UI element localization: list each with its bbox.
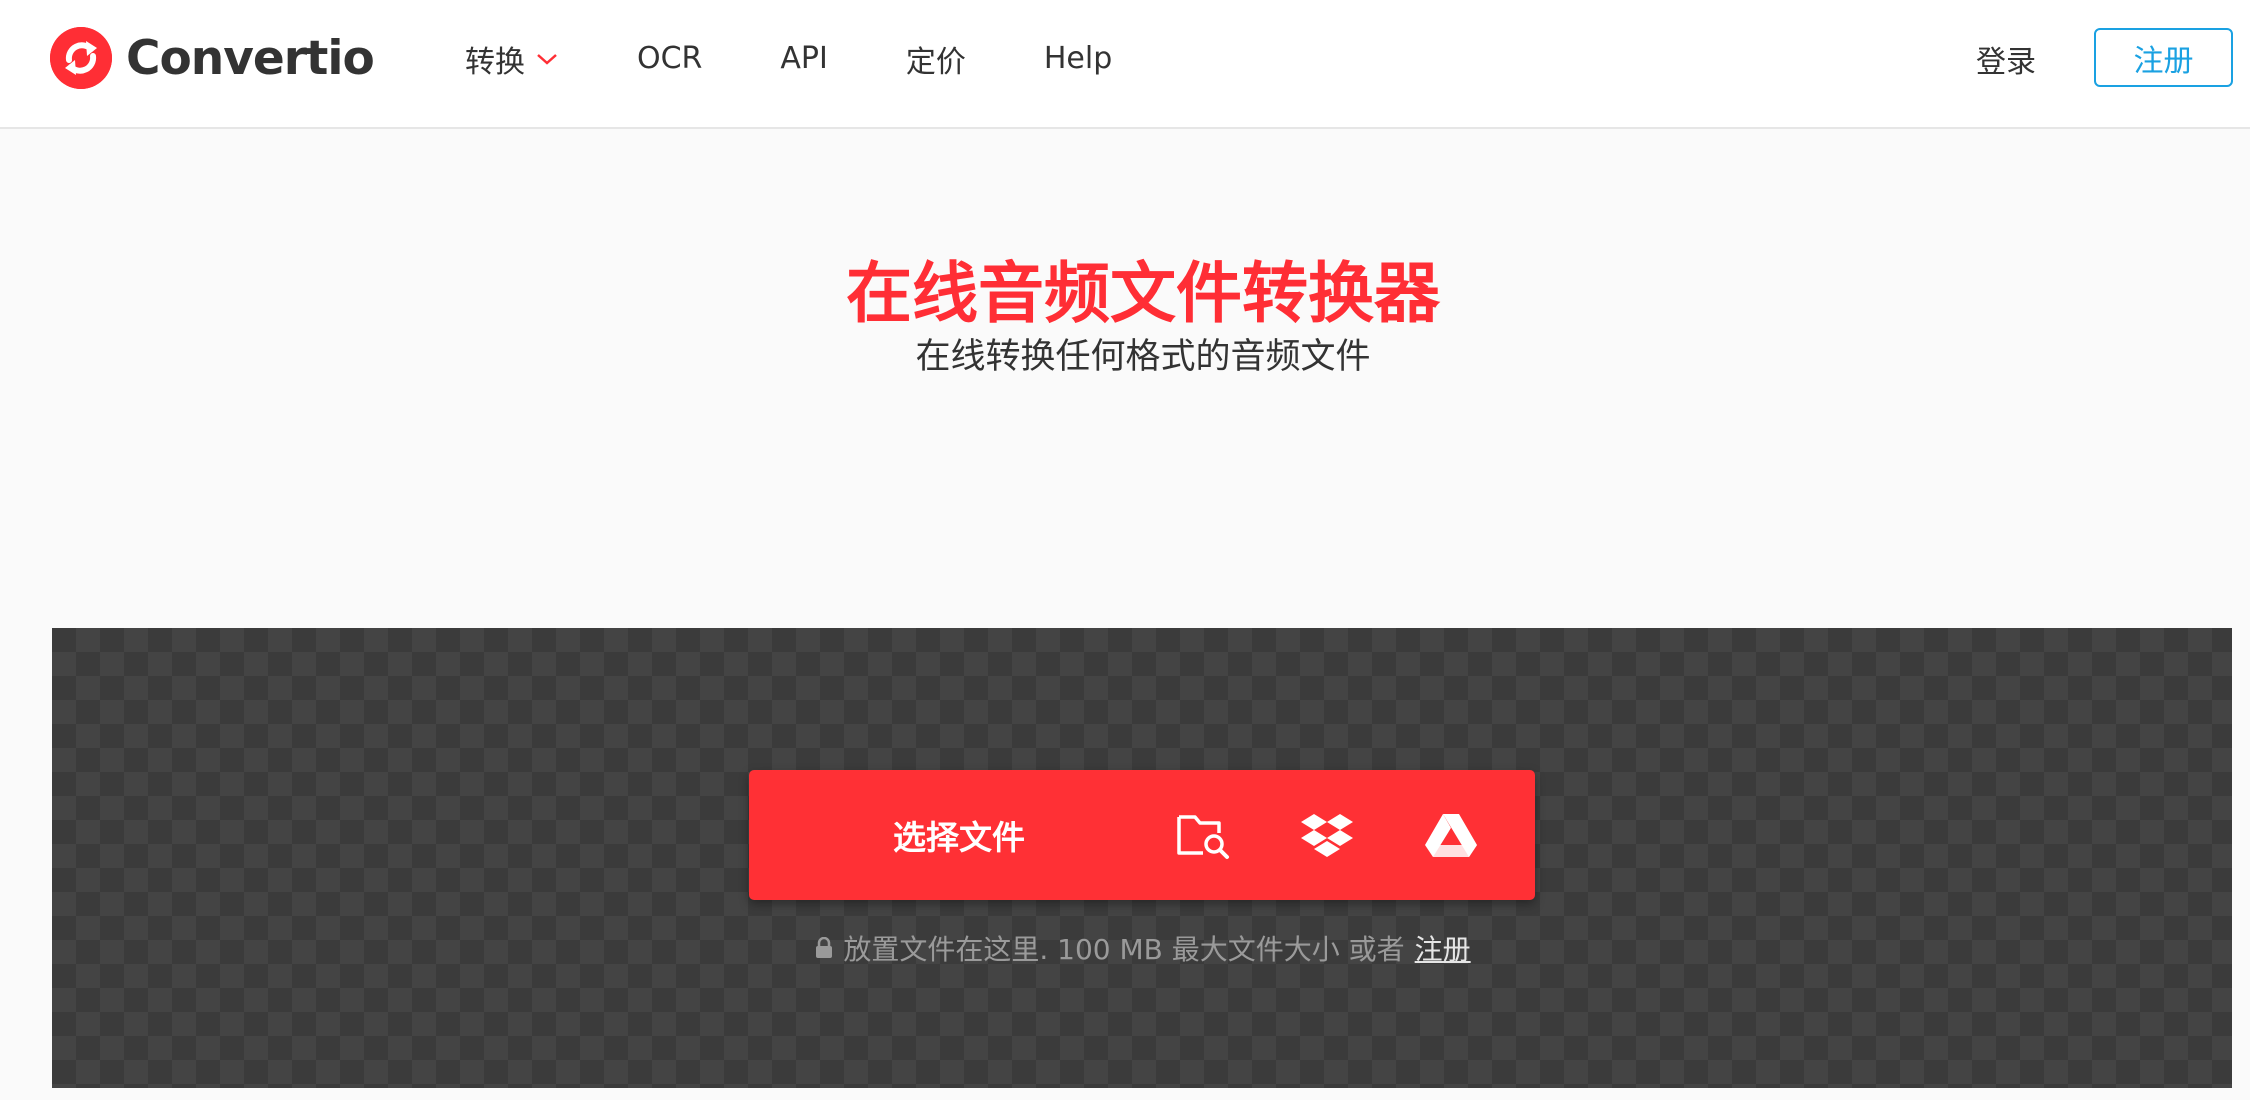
drop-hint: 放置文件在这里. 100 MB 最大文件大小 或者 注册 [0,928,2250,968]
drop-hint-text: 放置文件在这里. 100 MB 最大文件大小 或者 [843,933,1405,966]
convertio-logo-icon [50,27,112,89]
nav-ocr[interactable]: OCR [637,41,702,76]
chevron-down-icon [537,53,557,65]
nav-convert-menu[interactable]: 转换 [465,37,559,81]
nav-api[interactable]: API [780,41,827,76]
lock-icon [816,937,833,958]
page-subtitle: 在线转换任何格式的音频文件 [915,337,1371,377]
folder-search-icon[interactable] [1171,803,1235,867]
choose-files-button[interactable]: 选择文件 [749,770,1169,900]
logo-wordmark: Convertio [126,30,375,86]
main-nav: 转换 OCR API 定价 Help [465,0,1112,117]
signup-button[interactable]: 注册 [2094,28,2233,87]
nav-convert-label: 转换 [465,44,525,80]
convertio-logo[interactable]: Convertio [50,27,375,89]
header: Convertio 转换 OCR API 定价 Help 登录 注册 [0,0,2250,129]
nav-help[interactable]: Help [1044,41,1112,76]
login-link[interactable]: 登录 [1976,0,2036,117]
dropbox-icon[interactable] [1295,803,1359,867]
page-title: 在线音频文件转换器 [846,255,1440,332]
google-drive-icon[interactable] [1419,803,1483,867]
nav-pricing[interactable]: 定价 [906,37,966,81]
upload-bar: 选择文件 [749,770,1535,900]
drop-hint-signup-link[interactable]: 注册 [1415,928,1471,968]
